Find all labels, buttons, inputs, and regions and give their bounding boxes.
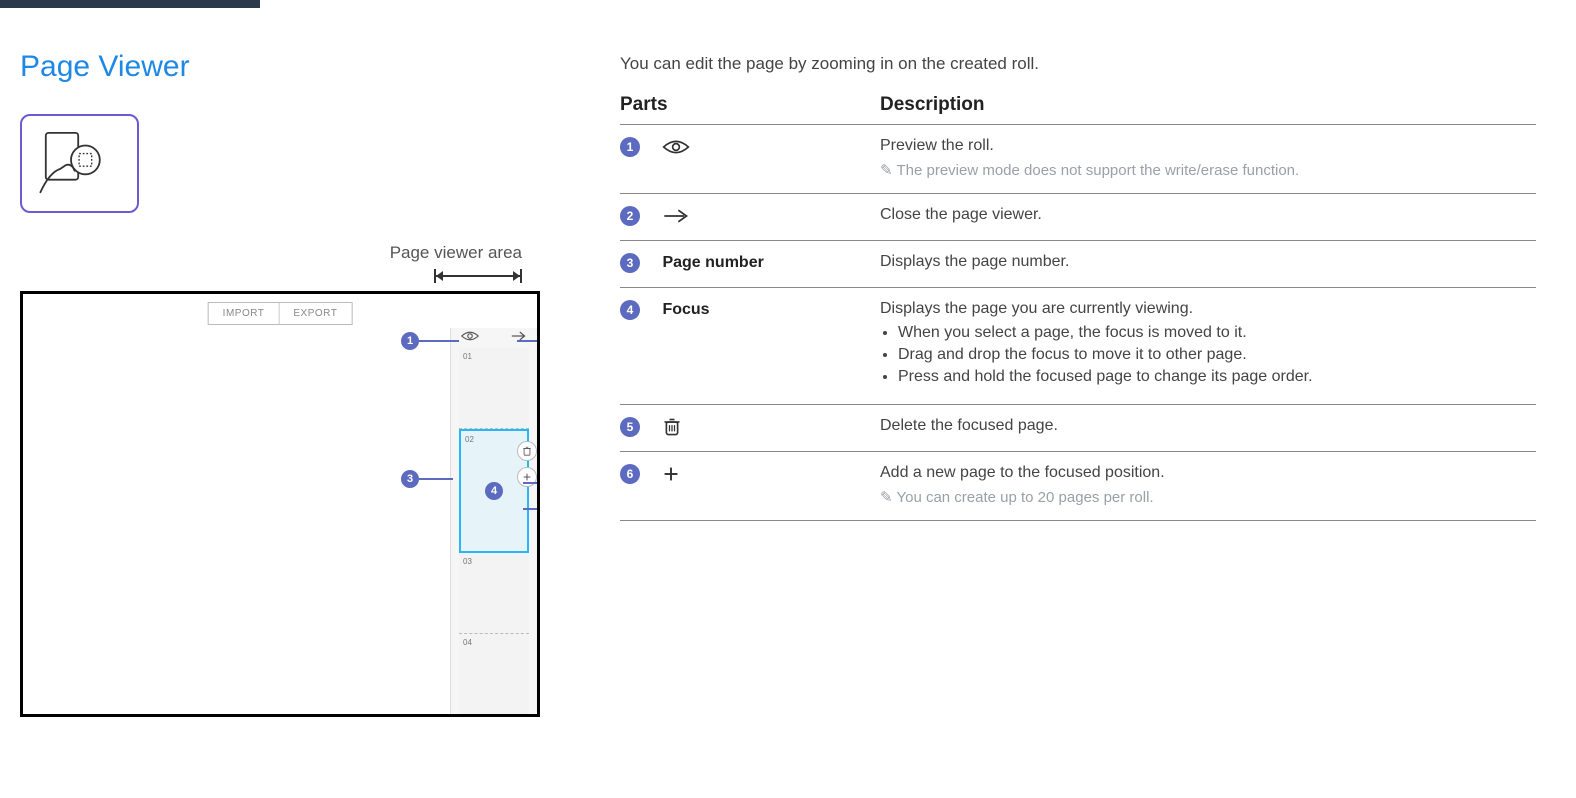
eye-icon xyxy=(662,138,690,156)
trash-icon xyxy=(522,446,532,456)
callout-3: 3 xyxy=(401,470,419,488)
page-title: Page Viewer xyxy=(20,50,540,84)
table-row: 4 Focus Displays the page you are curren… xyxy=(620,288,1536,405)
eye-icon[interactable] xyxy=(461,329,479,347)
right-column: You can edit the page by zooming in on t… xyxy=(620,50,1536,717)
close-arrow-icon[interactable] xyxy=(511,329,527,347)
bullet-item: Press and hold the focused page to chang… xyxy=(898,368,1530,386)
page-thumb-03[interactable]: 03 xyxy=(459,553,529,634)
table-row: 1 Preview the roll. The preview mode doe… xyxy=(620,125,1536,194)
row-description: Preview the roll. xyxy=(880,137,1530,155)
page-number-label: 03 xyxy=(463,557,472,566)
page-thumb-04[interactable]: 04 xyxy=(459,634,529,715)
gesture-thumbnail xyxy=(20,114,139,213)
row-number-badge: 5 xyxy=(620,417,640,437)
row-description: Close the page viewer. xyxy=(880,206,1530,224)
intro-text: You can edit the page by zooming in on t… xyxy=(620,54,1536,74)
table-row: 2 Close the page viewer. xyxy=(620,194,1536,241)
plus-icon xyxy=(522,472,532,482)
page-number-label: 04 xyxy=(463,638,472,647)
callout-4: 4 xyxy=(485,482,503,500)
row-part-label: Focus xyxy=(662,301,709,319)
top-accent-bar xyxy=(0,0,1576,10)
row-description: Displays the page number. xyxy=(880,253,1530,271)
row-number-badge: 6 xyxy=(620,464,640,484)
bullet-item: When you select a page, the focus is mov… xyxy=(898,324,1530,342)
export-tab[interactable]: EXPORT xyxy=(278,303,351,324)
left-column: Page Viewer Page viewer area IMPORT EXPO… xyxy=(20,50,540,717)
arrow-right-icon xyxy=(662,207,690,225)
table-row: 6 Add a new page to the focused position… xyxy=(620,452,1536,521)
row-number-badge: 2 xyxy=(620,206,640,226)
plus-icon xyxy=(662,465,680,483)
page-number-label: 01 xyxy=(463,352,472,361)
import-tab[interactable]: IMPORT xyxy=(209,303,279,324)
callout-1: 1 xyxy=(401,332,419,350)
row-number-badge: 1 xyxy=(620,137,640,157)
page-number-label: 02 xyxy=(465,435,474,444)
dimension-arrow xyxy=(434,269,522,283)
table-row: 5 Delete the focused page. xyxy=(620,405,1536,452)
row-description: Displays the page you are currently view… xyxy=(880,300,1530,318)
trash-icon xyxy=(662,417,682,437)
add-page-button[interactable] xyxy=(517,467,537,487)
device-diagram: IMPORT EXPORT 1 2 3 5 6 xyxy=(20,291,540,717)
page-thumb-02-focused[interactable]: 02 4 xyxy=(459,429,529,553)
table-row: 3 Page number Displays the page number. xyxy=(620,241,1536,288)
delete-page-button[interactable] xyxy=(517,441,537,461)
bullet-item: Drag and drop the focus to move it to ot… xyxy=(898,346,1530,364)
row-note: You can create up to 20 pages per roll. xyxy=(880,488,1530,506)
page-thumb-01[interactable]: 01 xyxy=(459,348,529,429)
row-description: Add a new page to the focused position. xyxy=(880,464,1530,482)
parts-header: Parts xyxy=(620,94,880,125)
row-number-badge: 3 xyxy=(620,253,640,273)
row-description: Delete the focused page. xyxy=(880,417,1530,435)
row-bullets: When you select a page, the focus is mov… xyxy=(880,324,1530,386)
row-part-label: Page number xyxy=(662,254,763,272)
import-export-tabs: IMPORT EXPORT xyxy=(208,302,353,325)
hand-touch-icon xyxy=(35,126,125,201)
page-viewer-panel: 01 02 4 03 xyxy=(450,328,537,714)
page-content: Page Viewer Page viewer area IMPORT EXPO… xyxy=(0,10,1576,727)
row-number-badge: 4 xyxy=(620,300,640,320)
parts-table: Parts Description 1 Preview the roll. T xyxy=(620,94,1536,521)
description-header: Description xyxy=(880,94,1536,125)
page-viewer-area-label: Page viewer area xyxy=(20,243,522,263)
row-note: The preview mode does not support the wr… xyxy=(880,161,1530,179)
